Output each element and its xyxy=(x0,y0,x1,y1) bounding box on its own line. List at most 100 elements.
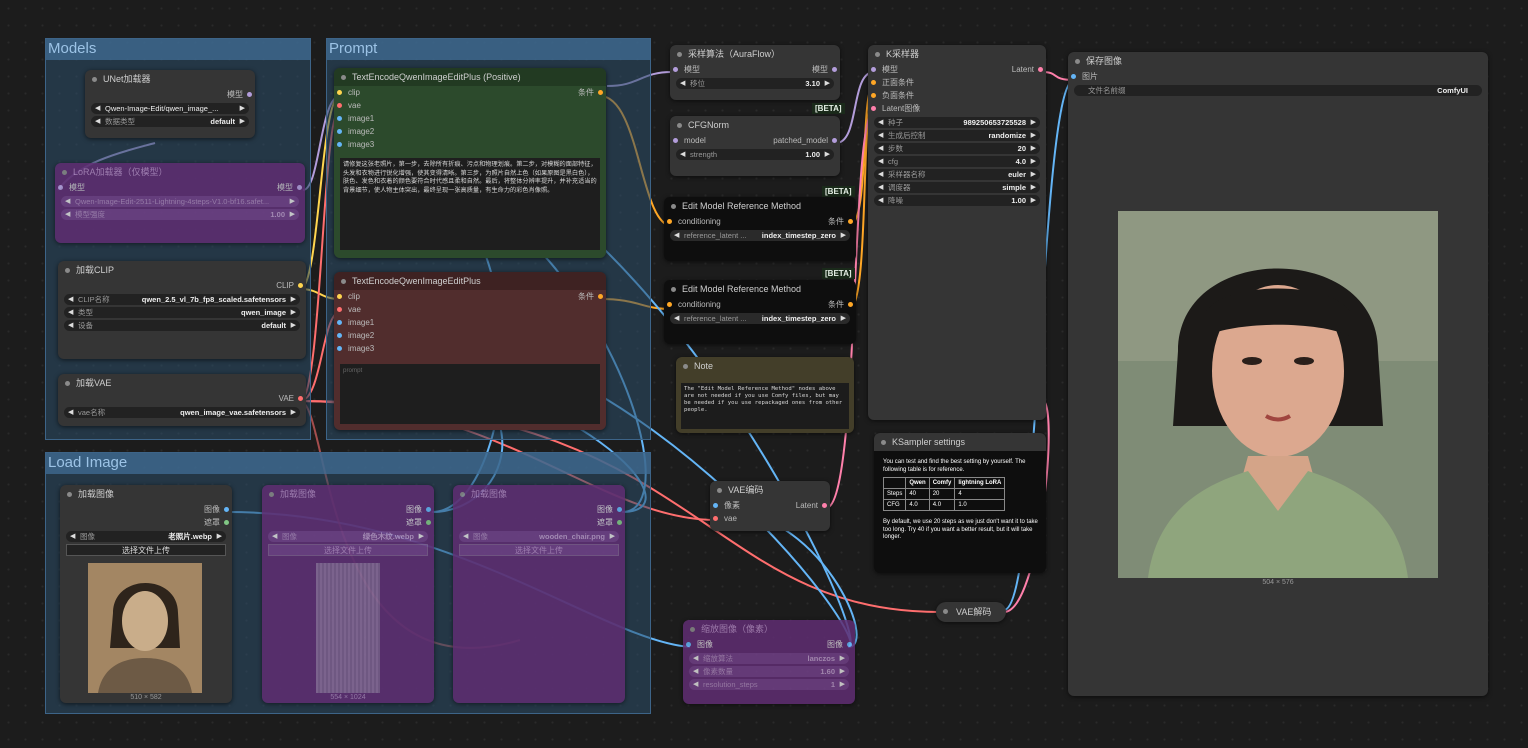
settings-intro: You can test and find the best setting b… xyxy=(883,459,1026,473)
input-positive[interactable]: 正面条件 xyxy=(868,76,1046,89)
node-lora-loader[interactable]: LoRA加载器（仅模型） 模型 模型 ◀ Qwen-Image-Edit-2511-… xyxy=(55,163,305,243)
node-title: 加载图像 xyxy=(262,485,434,503)
node-unet-loader[interactable]: UNet加载器 模型 ◀ Qwen-Image-Edit/qwen_image_.… xyxy=(85,70,255,138)
node-title: Edit Model Reference Method xyxy=(664,197,856,215)
unet-name-widget[interactable]: ◀ Qwen-Image-Edit/qwen_image_... ▶ xyxy=(91,103,249,114)
upscale-method-widget[interactable]: ◀ 缩放算法 lanczos ▶ xyxy=(689,653,849,664)
reference-latent-widget[interactable]: ◀ reference_latent ... index_timestep_zero… xyxy=(670,230,850,241)
node-load-image-3[interactable]: 加载图像 图像 遮罩 ◀ 图像 wooden_chair.png ▶ 选择文件上传 xyxy=(453,485,625,703)
lora-name-widget[interactable]: ◀ Qwen-Image-Edit-2511-Lightning-4steps-V… xyxy=(61,196,299,207)
output-model[interactable]: 模型 xyxy=(85,88,255,101)
input-model[interactable]: 模型 Latent xyxy=(868,63,1046,76)
vae-name-widget[interactable]: ◀ vae名称 qwen_image_vae.safetensors ▶ xyxy=(64,407,300,418)
steps-widget[interactable]: ◀ 步数 20 ▶ xyxy=(874,143,1040,154)
control-after-generate-widget[interactable]: ◀ 生成后控制 randomize ▶ xyxy=(874,130,1040,141)
input-negative[interactable]: 负面条件 xyxy=(868,89,1046,102)
node-vae-loader[interactable]: 加载VAE VAE ◀ vae名称 qwen_image_vae.safetenso… xyxy=(58,374,306,426)
node-model-sampling-auraflow[interactable]: 采样算法（AuraFlow） 模型 模型 ◀ 移位 3.10 ▶ xyxy=(670,45,840,100)
input-vae[interactable]: vae xyxy=(334,99,606,112)
node-title: CFGNorm xyxy=(670,116,840,134)
output-image[interactable]: 图像 xyxy=(262,503,434,516)
input-pixels[interactable]: 像素 Latent xyxy=(710,499,830,512)
node-title: 加载图像 xyxy=(453,485,625,503)
input-image3[interactable]: image3 xyxy=(334,342,606,355)
image-select-widget[interactable]: ◀ 图像 老照片.webp ▶ xyxy=(66,531,226,542)
output-vae[interactable]: VAE xyxy=(58,392,306,405)
input-image1[interactable]: image1 xyxy=(334,316,606,329)
node-text-encode-negative[interactable]: TextEncodeQwenImageEditPlus clip 条件 vae i… xyxy=(334,272,606,430)
node-title: TextEncodeQwenImageEditPlus xyxy=(334,272,606,290)
upload-button[interactable]: 选择文件上传 xyxy=(66,544,226,556)
reference-latent-widget[interactable]: ◀ reference_latent ... index_timestep_zero… xyxy=(670,313,850,324)
node-clip-loader[interactable]: 加载CLIP CLIP ◀ CLIP名称 qwen_2.5_vl_7b_fp8_sc… xyxy=(58,261,306,359)
node-save-image[interactable]: 保存图像 图片 文件名前缀 ComfyUI 504 × 576 xyxy=(1068,52,1488,696)
cfgnorm-strength-widget[interactable]: ◀ strength 1.00 ▶ xyxy=(676,149,834,160)
upload-button[interactable]: 选择文件上传 xyxy=(459,544,619,556)
note-text[interactable]: The "Edit Model Reference Method" nodes … xyxy=(681,383,849,429)
group-title: Load Image xyxy=(46,453,650,474)
input-vae[interactable]: vae xyxy=(334,303,606,316)
shift-widget[interactable]: ◀ 移位 3.10 ▶ xyxy=(676,78,834,89)
positive-prompt-textarea[interactable]: 请修复这张老照片，第一步，去除所有折痕、污点和物理划痕。第二步，对模糊的面部特征… xyxy=(340,158,600,250)
node-vae-decode[interactable]: VAE解码 xyxy=(936,602,1006,622)
input-image3[interactable]: image3 xyxy=(334,138,606,151)
image-size-caption: 510 × 582 xyxy=(130,694,162,701)
negative-prompt-textarea[interactable]: prompt xyxy=(340,364,600,424)
output-image[interactable]: 图像 xyxy=(60,503,232,516)
input-model[interactable]: 模型 模型 xyxy=(55,181,305,194)
node-ksampler[interactable]: K采样器 模型 Latent 正面条件 负面条件 Latent图像 ◀ 种子 9892… xyxy=(868,45,1046,420)
input-clip[interactable]: clip 条件 xyxy=(334,86,606,99)
node-load-image-1[interactable]: 加载图像 图像 遮罩 ◀ 图像 老照片.webp ▶ 选择文件上传 510 × 582 xyxy=(60,485,232,703)
input-conditioning[interactable]: conditioning 条件 xyxy=(664,298,856,311)
node-load-image-2[interactable]: 加载图像 图像 遮罩 ◀ 图像 绿色木纹.webp ▶ 选择文件上传 554 × 10… xyxy=(262,485,434,703)
group-title: Models xyxy=(46,39,310,60)
output-clip[interactable]: CLIP xyxy=(58,279,306,292)
node-note[interactable]: Note The "Edit Model Reference Method" n… xyxy=(676,357,854,433)
node-vae-encode[interactable]: VAE编码 像素 Latent vae xyxy=(710,481,830,531)
scheduler-widget[interactable]: ◀ 调度器 simple ▶ xyxy=(874,182,1040,193)
clip-type-widget[interactable]: ◀ 类型 qwen_image ▶ xyxy=(64,307,300,318)
cfg-widget[interactable]: ◀ cfg 4.0 ▶ xyxy=(874,156,1040,167)
resolution-steps-widget[interactable]: ◀ resolution_steps 1 ▶ xyxy=(689,679,849,690)
node-edit-model-reference-2[interactable]: Edit Model Reference Method conditioning… xyxy=(664,280,856,344)
megapixels-widget[interactable]: ◀ 像素数量 1.60 ▶ xyxy=(689,666,849,677)
node-edit-model-reference-1[interactable]: Edit Model Reference Method conditioning… xyxy=(664,197,856,261)
output-image[interactable]: 图像 xyxy=(453,503,625,516)
dtype-widget[interactable]: ◀ 数据类型 default ▶ xyxy=(91,116,249,127)
node-cfgnorm[interactable]: CFGNorm model patched_model ◀ strength 1.00… xyxy=(670,116,840,176)
input-image1[interactable]: image1 xyxy=(334,112,606,125)
input-model[interactable]: 模型 模型 xyxy=(670,63,840,76)
input-vae[interactable]: vae xyxy=(710,512,830,525)
input-image[interactable]: 图像 图像 xyxy=(683,638,855,651)
node-scale-image[interactable]: 缩放图像（像素） 图像 图像 ◀ 缩放算法 lanczos ▶ ◀ 像素数量 1.60 ▶ ◀… xyxy=(683,620,855,704)
node-text-encode-positive[interactable]: TextEncodeQwenImageEditPlus (Positive) c… xyxy=(334,68,606,258)
seed-widget[interactable]: ◀ 种子 989250653725528 ▶ xyxy=(874,117,1040,128)
clip-device-widget[interactable]: ◀ 设备 default ▶ xyxy=(64,320,300,331)
input-model[interactable]: model patched_model xyxy=(670,134,840,147)
lora-strength-widget[interactable]: ◀ 模型强度 1.00 ▶ xyxy=(61,209,299,220)
input-image-preview xyxy=(88,563,202,693)
output-mask[interactable]: 遮罩 xyxy=(262,516,434,529)
input-latent[interactable]: Latent图像 xyxy=(868,102,1046,115)
input-clip[interactable]: clip 条件 xyxy=(334,290,606,303)
image-select-widget[interactable]: ◀ 图像 绿色木纹.webp ▶ xyxy=(268,531,428,542)
node-title: 保存图像 xyxy=(1068,52,1488,70)
node-title: Note xyxy=(676,357,854,375)
portrait-image xyxy=(1118,211,1438,578)
output-mask[interactable]: 遮罩 xyxy=(453,516,625,529)
denoise-widget[interactable]: ◀ 降噪 1.00 ▶ xyxy=(874,195,1040,206)
input-image2[interactable]: image2 xyxy=(334,329,606,342)
node-title: VAE编码 xyxy=(710,481,830,499)
beta-badge: [BETA] xyxy=(822,268,855,279)
input-images[interactable]: 图片 xyxy=(1068,70,1488,83)
clip-name-widget[interactable]: ◀ CLIP名称 qwen_2.5_vl_7b_fp8_scaled.safeten… xyxy=(64,294,300,305)
node-title: 采样算法（AuraFlow） xyxy=(670,45,840,63)
sampler-name-widget[interactable]: ◀ 采样器名称 euler ▶ xyxy=(874,169,1040,180)
filename-prefix-widget[interactable]: 文件名前缀 ComfyUI xyxy=(1074,85,1482,96)
input-conditioning[interactable]: conditioning 条件 xyxy=(664,215,856,228)
output-mask[interactable]: 遮罩 xyxy=(60,516,232,529)
image-select-widget[interactable]: ◀ 图像 wooden_chair.png ▶ xyxy=(459,531,619,542)
node-ksampler-settings[interactable]: KSampler settings You can test and find … xyxy=(874,433,1046,573)
upload-button[interactable]: 选择文件上传 xyxy=(268,544,428,556)
input-image2[interactable]: image2 xyxy=(334,125,606,138)
